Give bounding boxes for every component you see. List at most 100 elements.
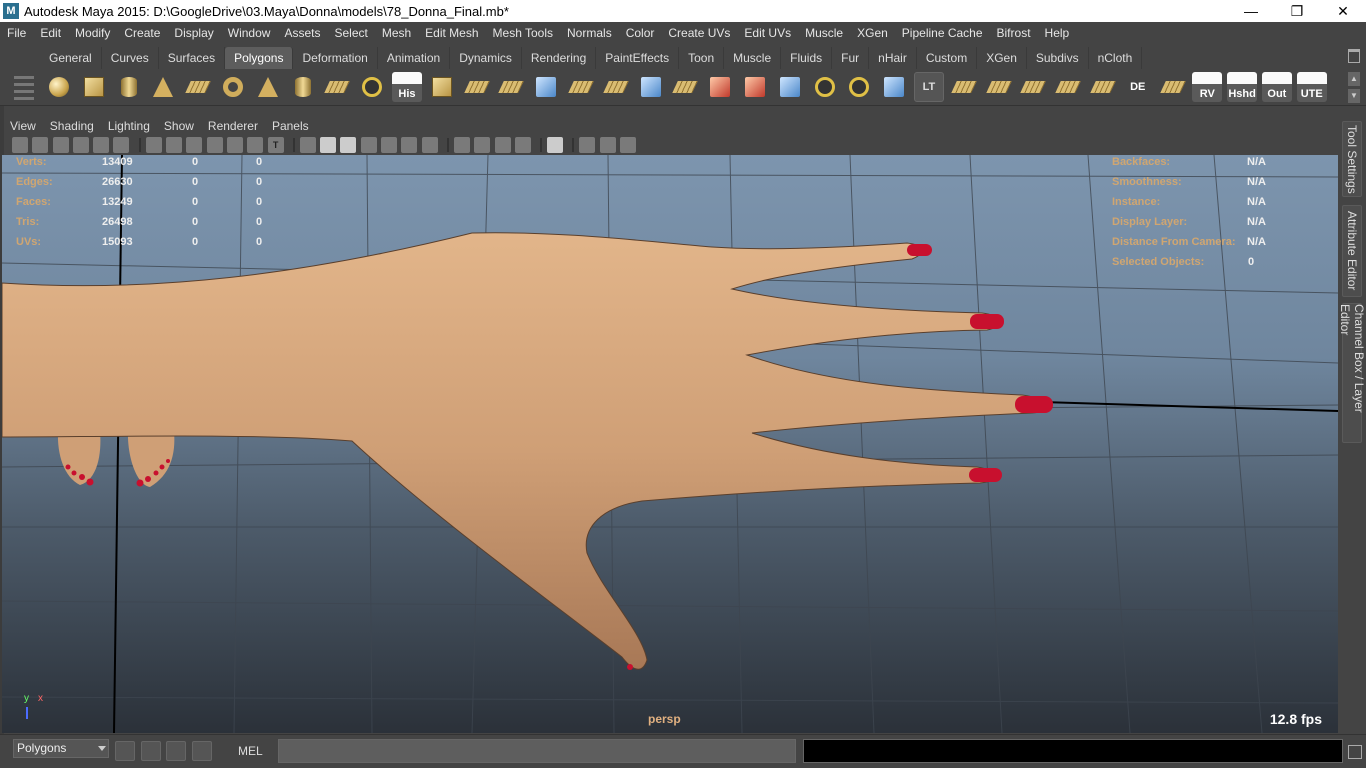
menu-xgen[interactable]: XGen [850, 26, 895, 40]
uv-unfold-icon[interactable] [1088, 72, 1118, 102]
sculpt-brush-icon[interactable] [740, 72, 770, 102]
menu-create[interactable]: Create [117, 26, 167, 40]
extrude-icon[interactable] [636, 72, 666, 102]
select-camera-icon[interactable] [12, 137, 28, 153]
shelf-tab-dynamics[interactable]: Dynamics [450, 47, 522, 69]
smooth-icon[interactable] [531, 72, 561, 102]
use-all-lights-icon[interactable] [401, 137, 418, 153]
reduce-icon[interactable] [705, 72, 735, 102]
film-gate-icon[interactable] [166, 137, 183, 153]
shelf-scroll[interactable]: ▲ ▼ [1348, 72, 1360, 104]
wireframe-icon[interactable] [299, 137, 316, 153]
shelf-scroll-down-icon[interactable]: ▼ [1348, 89, 1360, 103]
panel-menu-show[interactable]: Show [158, 119, 202, 133]
restore-button[interactable]: ❐ [1274, 0, 1320, 22]
shelf-tab-fur[interactable]: Fur [832, 47, 870, 69]
mel-label[interactable]: MEL [238, 744, 263, 758]
textured-icon[interactable] [381, 137, 398, 153]
shelf-tab-fluids[interactable]: Fluids [781, 47, 833, 69]
shelf-tab-animation[interactable]: Animation [378, 47, 451, 69]
resolution-gate-icon[interactable] [186, 137, 203, 153]
shadows-icon[interactable] [421, 137, 438, 153]
out-icon[interactable]: Out [1261, 72, 1292, 102]
wireframe-on-shaded-icon[interactable] [340, 137, 357, 153]
panel-menu-renderer[interactable]: Renderer [202, 119, 266, 133]
poly-helix-icon[interactable] [322, 72, 352, 102]
xray-components-icon[interactable] [620, 137, 637, 153]
tab-tool-settings[interactable]: Tool Settings [1342, 121, 1362, 197]
uv-layout-icon[interactable] [1053, 72, 1083, 102]
menu-set-dropdown[interactable]: Polygons [13, 739, 109, 758]
panel-menu-lighting[interactable]: Lighting [102, 119, 158, 133]
poly-cone-icon[interactable] [148, 72, 178, 102]
ute-icon[interactable]: UTE [1296, 72, 1327, 102]
combine-icon[interactable] [427, 72, 457, 102]
menu-bifrost[interactable]: Bifrost [990, 26, 1038, 40]
2d-pan-zoom-icon[interactable] [113, 137, 130, 153]
rv-icon[interactable]: RV [1192, 72, 1223, 102]
shelf-tab-deformation[interactable]: Deformation [293, 47, 378, 69]
gate-mask-icon[interactable] [206, 137, 223, 153]
panel-menu-view[interactable]: View [4, 119, 44, 133]
shelf-tab-painteffects[interactable]: PaintEffects [596, 47, 680, 69]
panel-menu-shading[interactable]: Shading [44, 119, 102, 133]
panel-menu-panels[interactable]: Panels [266, 119, 317, 133]
shelf-scroll-up-icon[interactable]: ▲ [1348, 72, 1360, 86]
shelf-tab-toon[interactable]: Toon [679, 47, 725, 69]
bookmarks-icon[interactable] [52, 137, 69, 153]
menu-color[interactable]: Color [619, 26, 662, 40]
field-chart-icon[interactable] [226, 137, 243, 153]
shelf-tab-muscle[interactable]: Muscle [724, 47, 782, 69]
shelf-tab-rendering[interactable]: Rendering [522, 47, 597, 69]
bevel-icon[interactable] [566, 72, 596, 102]
poly-sphere-icon[interactable] [44, 72, 74, 102]
poly-plane-icon[interactable] [183, 72, 213, 102]
poly-cylinder-icon[interactable] [114, 72, 144, 102]
tab-attribute-editor[interactable]: Attribute Editor [1342, 205, 1362, 297]
poly-cube-icon[interactable] [79, 72, 109, 102]
xray-joints-icon[interactable] [599, 137, 616, 153]
menu-display[interactable]: Display [167, 26, 220, 40]
target-ring-icon[interactable] [810, 72, 840, 102]
menu-edit-mesh[interactable]: Edit Mesh [418, 26, 485, 40]
shelf-tab-ncloth[interactable]: nCloth [1089, 47, 1143, 69]
layer-list-icon[interactable] [192, 741, 212, 761]
poly-torus-icon[interactable] [218, 72, 248, 102]
menu-select[interactable]: Select [327, 26, 374, 40]
grease-pencil-icon[interactable] [93, 137, 110, 153]
safe-action-icon[interactable] [247, 137, 264, 153]
depth-of-field-icon[interactable] [514, 137, 531, 153]
ambient-occlusion-icon[interactable] [453, 137, 470, 153]
shelf-tab-polygons[interactable]: Polygons [225, 47, 294, 69]
script-editor-window-icon[interactable] [1348, 745, 1362, 759]
menu-create-uvs[interactable]: Create UVs [661, 26, 737, 40]
lt-icon[interactable]: LT [913, 72, 944, 102]
perspective-viewport[interactable]: Verts: 13409 0 0 Edges: 26630 0 0 Faces:… [2, 155, 1338, 733]
shelf-tab-custom[interactable]: Custom [917, 47, 978, 69]
snap-toggle-icon[interactable] [115, 741, 135, 761]
menu-mesh[interactable]: Mesh [375, 26, 418, 40]
menu-modify[interactable]: Modify [68, 26, 117, 40]
menu-pipeline-cache[interactable]: Pipeline Cache [895, 26, 990, 40]
motion-blur-icon[interactable] [474, 137, 491, 153]
mel-command-input[interactable] [278, 739, 796, 763]
menu-muscle[interactable]: Muscle [798, 26, 850, 40]
minimize-button[interactable]: — [1228, 0, 1274, 22]
tab-channel-box-layer-editor[interactable]: Channel Box / Layer Editor [1338, 303, 1366, 443]
grid-icon[interactable] [145, 137, 162, 153]
menu-edit-uvs[interactable]: Edit UVs [737, 26, 798, 40]
separate-icon[interactable] [462, 72, 492, 102]
uv-grid-icon[interactable] [949, 72, 979, 102]
render-cube-icon[interactable] [879, 72, 909, 102]
shelf-tab-surfaces[interactable]: Surfaces [159, 47, 226, 69]
script-editor-icon[interactable] [141, 741, 161, 761]
antialiasing-icon[interactable] [494, 137, 511, 153]
menu-mesh-tools[interactable]: Mesh Tools [486, 26, 560, 40]
uv-sew-icon[interactable] [1018, 72, 1048, 102]
shelf-tab-curves[interactable]: Curves [102, 47, 159, 69]
menu-edit[interactable]: Edit [33, 26, 68, 40]
uv-map-icon[interactable] [1158, 72, 1188, 102]
wireframe-cube-icon[interactable] [775, 72, 805, 102]
poly-soccer-ball-icon[interactable] [357, 72, 387, 102]
his-icon[interactable]: His [391, 72, 422, 102]
